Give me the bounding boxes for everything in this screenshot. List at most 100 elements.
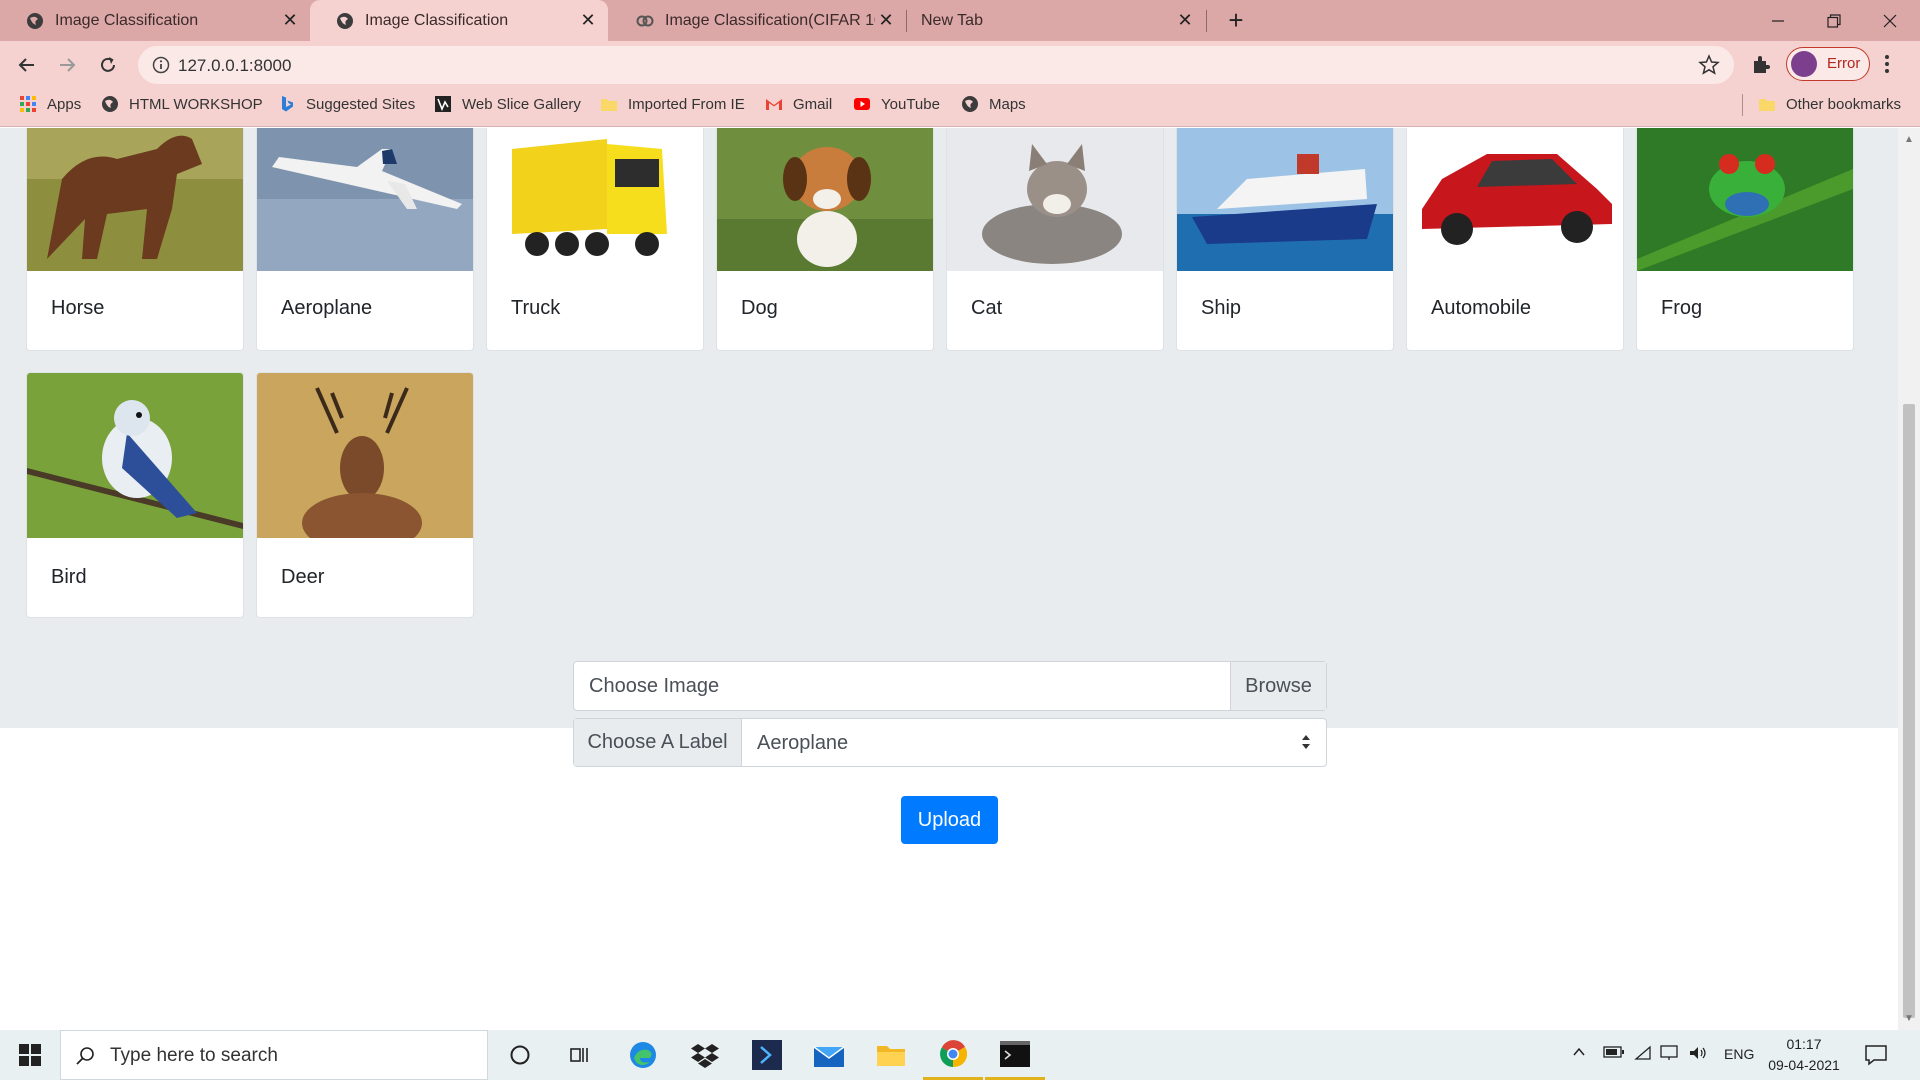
restore-button[interactable] [1806, 0, 1862, 41]
scroll-up-icon[interactable]: ▲ [1904, 134, 1914, 145]
tab-colab-notebook[interactable]: Image Classification(CIFAR 10).ip ✕ [610, 0, 905, 41]
globe-icon [337, 13, 353, 29]
deer-photo [257, 373, 473, 538]
battery-icon[interactable] [1603, 1045, 1625, 1062]
bookmark-web-slice-gallery[interactable]: Web Slice Gallery [434, 88, 581, 120]
card-aeroplane[interactable]: Aeroplane [256, 128, 474, 351]
close-icon [1883, 14, 1897, 27]
file-input[interactable]: Choose Image Browse [573, 661, 1327, 711]
bookmark-label: Gmail [793, 95, 833, 113]
wifi-icon[interactable] [1634, 1045, 1652, 1064]
scrollbar-thumb[interactable] [1903, 404, 1915, 1018]
kebab-menu-icon[interactable] [1882, 53, 1892, 75]
card-automobile[interactable]: Automobile [1406, 128, 1624, 351]
avatar [1791, 51, 1817, 77]
start-button[interactable] [0, 1030, 60, 1080]
folder-icon [877, 1046, 905, 1066]
upload-button[interactable]: Upload [901, 796, 998, 844]
cortana-button[interactable] [490, 1030, 550, 1080]
dog-photo [717, 128, 933, 271]
browse-button[interactable]: Browse [1230, 662, 1326, 710]
close-icon[interactable]: ✕ [1175, 10, 1195, 30]
tray-expand-icon[interactable] [1572, 1045, 1586, 1062]
tab-image-classification-1[interactable]: Image Classification ✕ [0, 0, 308, 41]
close-icon[interactable]: ✕ [280, 10, 300, 30]
card-ship[interactable]: Ship [1176, 128, 1394, 351]
mail-app[interactable] [799, 1030, 859, 1080]
card-bird[interactable]: Bird [26, 372, 244, 618]
scroll-down-icon[interactable]: ▼ [1904, 1013, 1914, 1024]
tab-image-classification-2[interactable]: Image Classification ✕ [310, 0, 608, 41]
card-dog[interactable]: Dog [716, 128, 934, 351]
card-label: Frog [1661, 297, 1703, 319]
folder-icon [1759, 99, 1775, 111]
chrome-icon [940, 1039, 968, 1067]
address-bar[interactable]: 127.0.0.1:8000 [138, 46, 1734, 84]
bookmark-suggested-sites[interactable]: Suggested Sites [278, 88, 415, 120]
card-horse[interactable]: Horse [26, 128, 244, 351]
powershell-app[interactable] [737, 1030, 797, 1080]
label-select[interactable]: Aeroplane [757, 732, 848, 755]
youtube-icon [854, 98, 870, 110]
bird-photo [27, 373, 243, 538]
bookmark-html-workshop[interactable]: HTML WORKSHOP [101, 88, 263, 120]
file-explorer-app[interactable] [861, 1030, 921, 1080]
close-window-button[interactable] [1862, 0, 1918, 41]
back-button[interactable] [12, 50, 42, 80]
gmail-icon [766, 99, 782, 110]
taskbar-search[interactable]: Type here to search [60, 1030, 488, 1080]
tab-title: Image Classification [55, 12, 199, 29]
bookmark-star-icon[interactable] [1698, 54, 1720, 76]
new-tab-button[interactable]: + [1222, 7, 1250, 35]
forward-button[interactable] [52, 50, 82, 80]
dropbox-app[interactable] [675, 1030, 735, 1080]
bookmark-label: Suggested Sites [306, 95, 416, 113]
reload-button[interactable] [93, 50, 123, 80]
url-text: 127.0.0.1:8000 [178, 56, 292, 75]
card-deer[interactable]: Deer [256, 372, 474, 618]
volume-icon[interactable] [1688, 1045, 1708, 1064]
file-input-placeholder: Choose Image [589, 675, 720, 697]
colab-icon [636, 15, 654, 27]
info-icon[interactable] [152, 56, 170, 74]
terminal-icon [1000, 1040, 1030, 1067]
card-truck[interactable]: Truck [486, 128, 704, 351]
task-view-button[interactable] [550, 1030, 610, 1080]
bookmark-other-bookmarks[interactable]: Other bookmarks [1758, 88, 1901, 120]
extensions-puzzle-icon[interactable] [1750, 53, 1772, 75]
card-label: Bird [51, 566, 87, 588]
select-arrows-icon[interactable] [1300, 733, 1312, 751]
card-frog[interactable]: Frog [1636, 128, 1854, 351]
bookmark-maps[interactable]: Maps [961, 88, 1026, 120]
page-content: Horse Aeroplane Truck Dog Cat Ship Autom… [0, 128, 1898, 1030]
language-indicator[interactable]: ENG [1724, 1046, 1754, 1062]
close-icon[interactable]: ✕ [876, 10, 896, 30]
terminal-app[interactable] [985, 1030, 1045, 1080]
minimize-button[interactable] [1750, 0, 1806, 41]
notification-icon[interactable] [1864, 1043, 1888, 1067]
label-select-group: Choose A Label Aeroplane [573, 718, 1327, 767]
tab-new-tab[interactable]: New Tab ✕ [907, 0, 1207, 41]
bookmark-youtube[interactable]: YouTube [853, 88, 940, 120]
browser-toolbar: 127.0.0.1:8000 Error [0, 41, 1920, 88]
bing-icon [282, 96, 293, 112]
clock-time: 01:17 [1786, 1036, 1822, 1052]
page-scrollbar[interactable]: ▲ ▼ [1898, 128, 1920, 1030]
network-icon[interactable] [1660, 1045, 1680, 1064]
profile-button[interactable]: Error [1786, 47, 1870, 81]
task-view-icon [570, 1048, 588, 1062]
bookmark-imported-from-ie[interactable]: Imported From IE [600, 88, 745, 120]
bookmark-gmail[interactable]: Gmail [765, 88, 832, 120]
taskbar-clock[interactable]: 01:17 09-04-2021 [1764, 1034, 1844, 1076]
card-label: Truck [511, 297, 561, 319]
edge-app[interactable] [613, 1030, 673, 1080]
chrome-app[interactable] [923, 1030, 983, 1080]
apps-grid-icon [20, 96, 36, 112]
card-label: Cat [971, 297, 1003, 319]
bookmark-label: HTML WORKSHOP [129, 95, 263, 113]
bookmark-apps[interactable]: Apps [19, 88, 81, 120]
forward-arrow-icon [60, 58, 76, 72]
minimize-icon [1772, 19, 1784, 22]
card-cat[interactable]: Cat [946, 128, 1164, 351]
close-icon[interactable]: ✕ [578, 10, 598, 30]
